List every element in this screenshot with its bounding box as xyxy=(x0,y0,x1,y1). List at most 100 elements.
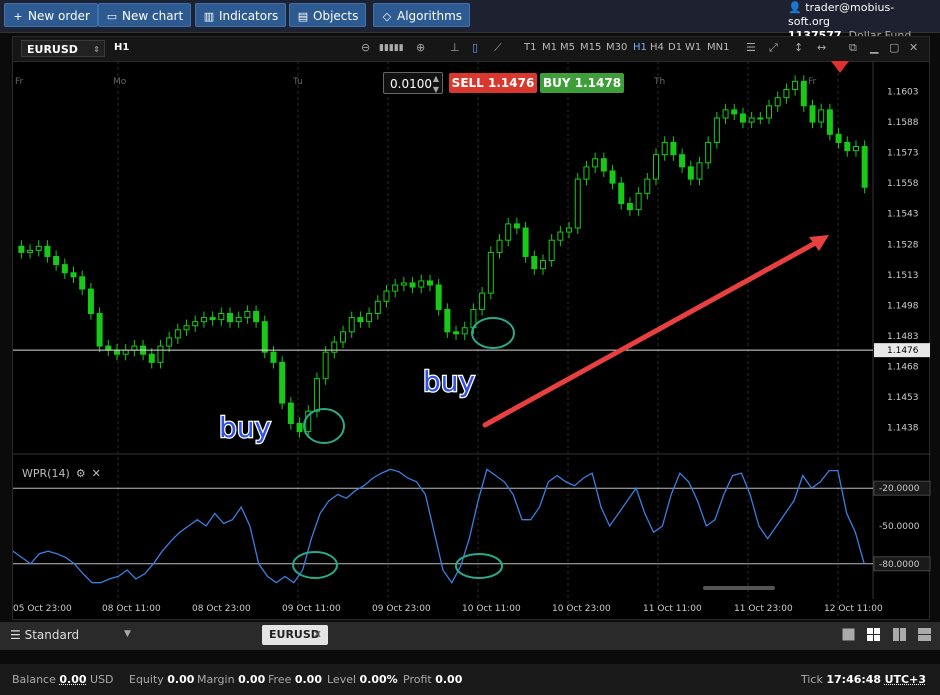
algorithms-button[interactable]: ◇ Algorithms xyxy=(373,3,471,27)
gear-icon[interactable]: ⚙ xyxy=(76,467,86,480)
candle-body xyxy=(592,158,599,168)
candle-body xyxy=(287,402,294,424)
user-icon: 👤 xyxy=(788,1,802,14)
candle-body xyxy=(739,113,746,123)
indicators-button[interactable]: ▥ Indicators xyxy=(195,3,287,27)
candle-body xyxy=(670,141,677,156)
candle-body xyxy=(426,280,433,286)
candle-body xyxy=(557,231,564,241)
candle-body xyxy=(722,109,729,119)
candle-body xyxy=(253,310,260,323)
chart-canvas[interactable]: FrMoTuWeThFr 1.16031.15881.15731.15581.1… xyxy=(13,37,931,621)
new-chart-button[interactable]: ▭ New chart xyxy=(98,3,192,27)
candle-body xyxy=(731,109,738,115)
time-tick: 11 Oct 23:00 xyxy=(734,604,793,614)
candle-body xyxy=(157,345,164,363)
layout-single-icon[interactable] xyxy=(842,628,855,641)
candle-body xyxy=(644,178,651,194)
plus-icon: + xyxy=(13,10,23,23)
layout-columns-icon[interactable] xyxy=(893,628,906,641)
candle-body xyxy=(713,117,720,143)
candle-body xyxy=(687,166,694,180)
price-tick: 1.1438 xyxy=(887,424,919,434)
chevron-down-icon[interactable]: ▼ xyxy=(124,629,131,639)
candle-body xyxy=(357,317,364,323)
candle-body xyxy=(409,282,416,288)
indicator-label: WPR(14) ⚙ ✕ xyxy=(22,467,101,480)
time-tick: 08 Oct 11:00 xyxy=(102,604,161,614)
candle-body xyxy=(105,345,112,351)
candle-body xyxy=(774,97,781,107)
objects-button[interactable]: ▤ Objects xyxy=(289,3,367,27)
spinner-icon: ▲ ▼ xyxy=(432,74,439,94)
free-status: Free 0.00 xyxy=(268,673,322,686)
workspace-select[interactable]: ☰ Standard xyxy=(10,628,79,642)
candle-body xyxy=(400,282,407,286)
price-tick: 1.1513 xyxy=(887,271,919,281)
candle-body xyxy=(53,255,60,266)
candle-body xyxy=(566,227,573,233)
candle-body xyxy=(331,341,338,353)
candle-body xyxy=(487,251,494,294)
price-tick: 1.1573 xyxy=(887,149,919,159)
time-tick: 09 Oct 11:00 xyxy=(282,604,341,614)
candle-body xyxy=(496,239,503,253)
close-tab-icon[interactable]: ✕ xyxy=(313,625,322,645)
price-tick: 1.1543 xyxy=(887,210,919,220)
candle-body xyxy=(531,255,538,270)
horizontal-scrollbar[interactable] xyxy=(703,586,775,590)
candle-body xyxy=(79,276,86,290)
price-tick: 1.1588 xyxy=(887,118,919,128)
candle-body xyxy=(835,133,842,143)
candle-body xyxy=(35,245,42,251)
candle-body xyxy=(87,288,94,314)
wpr-line xyxy=(13,468,865,584)
candle-body xyxy=(244,310,251,319)
candle-body xyxy=(209,317,216,321)
new-order-button[interactable]: + New order xyxy=(4,3,98,27)
candle-body xyxy=(131,345,138,351)
candle-body xyxy=(122,349,129,355)
layout-grid-icon[interactable] xyxy=(867,628,880,641)
balance-status: Balance 0.00 USD xyxy=(12,673,114,686)
close-indicator-icon[interactable]: ✕ xyxy=(92,467,101,480)
chart-window: EURUSD ⇕ H1 ⊖ ▮▮▮▮▮ ⊕ ⊥ ▯ ⟋ T1 M1 M5 M15 M30 H… xyxy=(12,36,931,621)
wpr-level-text: -80.0000 xyxy=(879,560,920,570)
grid xyxy=(13,61,931,620)
workspace-bar: ☰ Standard ▼ xyxy=(0,622,940,650)
chart-tab[interactable]: EURUSD ✕ xyxy=(262,625,328,645)
candle-body xyxy=(261,321,268,353)
margin-status: Margin 0.00 xyxy=(197,673,266,686)
sell-button[interactable]: SELL 1.1476 xyxy=(449,73,537,93)
candle-body xyxy=(166,337,173,347)
candle-body xyxy=(348,317,355,333)
candle-body xyxy=(279,361,286,404)
candle-body xyxy=(200,317,207,323)
profit-status: Profit 0.00 xyxy=(403,673,463,686)
candle-body xyxy=(609,170,616,184)
buy-annotation: buy xyxy=(423,365,475,398)
candle-body xyxy=(461,327,468,335)
lot-size-input[interactable]: 0.0100 ▲ ▼ xyxy=(383,72,443,94)
candle-body xyxy=(548,239,555,262)
candle-body xyxy=(653,154,659,180)
buy-button[interactable]: BUY 1.1478 xyxy=(540,73,624,93)
candle-body xyxy=(340,331,347,343)
wpr-level-text: -20.0000 xyxy=(879,484,920,494)
equity-status: Equity 0.00 xyxy=(129,673,195,686)
candle-body xyxy=(513,223,520,229)
candle-body xyxy=(296,422,303,433)
candle-body xyxy=(192,321,199,327)
day-label: Mo xyxy=(113,77,127,87)
annotations: buy buy xyxy=(218,235,829,579)
candle-body xyxy=(183,325,190,331)
candle-body xyxy=(96,312,103,347)
price-tick: 1.1483 xyxy=(887,332,919,342)
candle-body xyxy=(826,109,833,135)
candle-body xyxy=(418,280,425,288)
layout-rows-icon[interactable] xyxy=(918,628,931,641)
diamond-icon: ◇ xyxy=(382,10,392,23)
time-tick: 09 Oct 23:00 xyxy=(372,604,431,614)
candle-body xyxy=(679,154,686,168)
candle-body xyxy=(757,117,764,120)
